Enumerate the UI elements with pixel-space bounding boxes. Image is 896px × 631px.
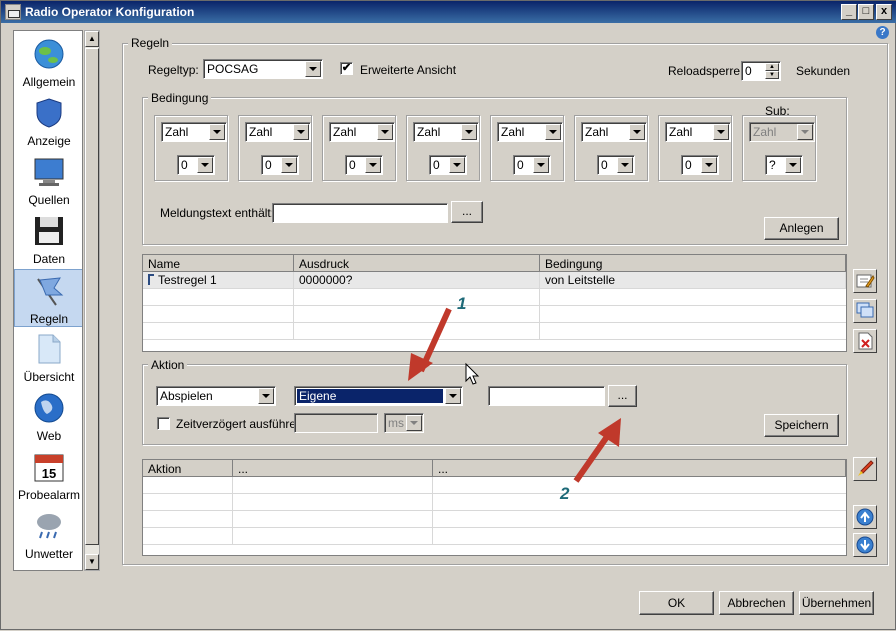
main-window: Radio Operator Konfiguration _ □ x ? All… (0, 0, 896, 630)
annotation-arrow-2 (573, 418, 621, 483)
apply-button[interactable]: Übernehmen (799, 591, 874, 615)
cancel-button[interactable]: Abbrechen (719, 591, 794, 615)
ok-button[interactable]: OK (639, 591, 714, 615)
annotation-label-2: 2 (560, 484, 570, 503)
annotation-arrows (408, 307, 621, 483)
annotation-arrow-1 (408, 307, 452, 381)
annotation-label-1: 1 (457, 294, 467, 313)
mouse-cursor-icon (465, 362, 480, 385)
